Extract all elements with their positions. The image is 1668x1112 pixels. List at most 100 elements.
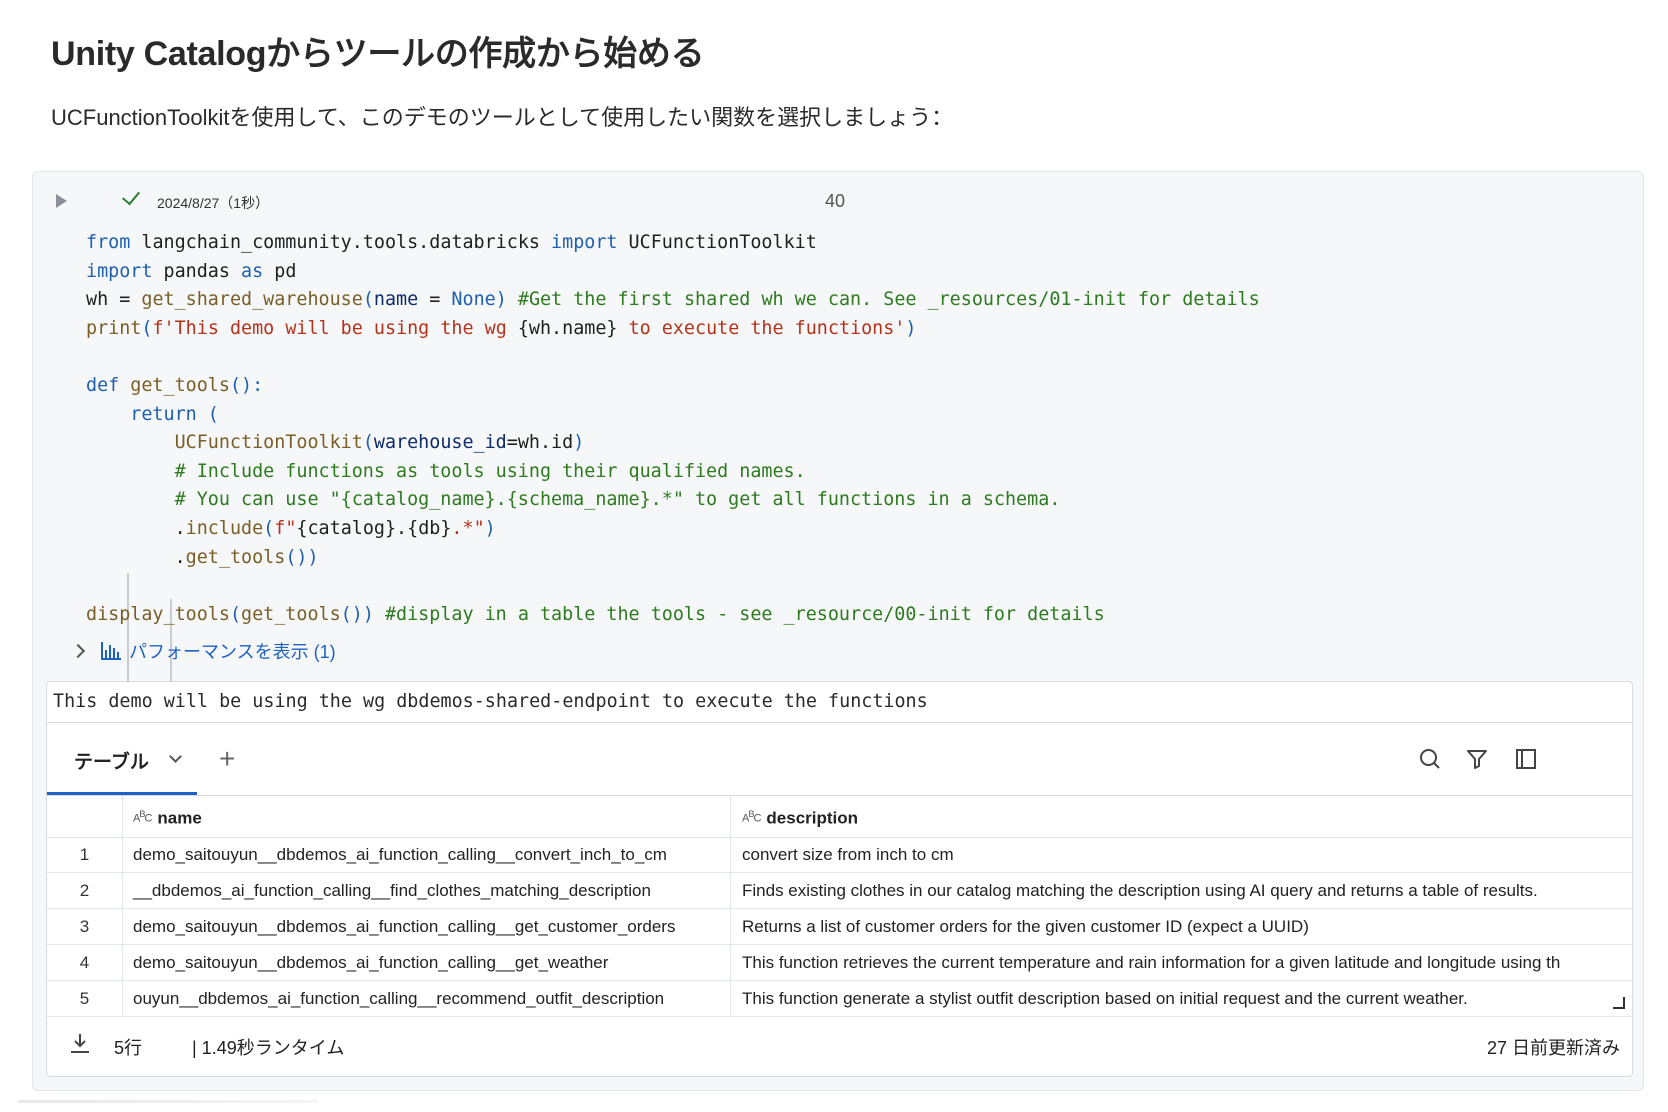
download-icon[interactable] — [69, 1032, 91, 1054]
cell-description[interactable]: Finds existing clothes in our catalog ma… — [731, 873, 1632, 908]
code-token: . — [86, 517, 186, 539]
row-index: 5 — [47, 981, 123, 1016]
code-token: import — [551, 232, 618, 253]
code-token: get_tools — [119, 374, 230, 396]
cell-name[interactable]: demo_saitouyun__dbdemos_ai_function_call… — [122, 945, 731, 980]
tab-table[interactable]: テーブル — [47, 723, 197, 795]
run-date: 2024/8/27 — [157, 195, 220, 211]
chevron-right-icon — [70, 643, 86, 659]
row-index: 1 — [47, 837, 123, 872]
code-token: ( — [263, 517, 275, 539]
code-token: def — [86, 374, 120, 396]
code-token: #Get the first shared wh we can. See _re… — [506, 289, 1260, 311]
column-header-name[interactable]: ABC name — [122, 795, 731, 837]
cell-name[interactable]: __dbdemos_ai_function_calling__find_clot… — [122, 873, 731, 908]
code-token: # You can use "{catalog_name}.{schema_na… — [86, 489, 1061, 511]
code-token: . — [86, 546, 186, 568]
sidebar-panel-icon[interactable] — [1514, 747, 1538, 771]
code-token: ) — [905, 317, 917, 339]
code-token: ( — [362, 289, 374, 311]
code-token: ( — [196, 403, 219, 425]
code-token: pandas — [152, 260, 242, 282]
code-token: {catalog}.{db} — [296, 517, 452, 539]
code-token: ()) — [285, 546, 319, 568]
filter-icon[interactable] — [1465, 747, 1489, 771]
run-cell-icon[interactable] — [56, 194, 67, 208]
code-token: get_tools — [241, 603, 341, 625]
cell-description[interactable]: This function retrieves the current temp… — [731, 945, 1632, 980]
table-row[interactable]: 1 demo_saitouyun__dbdemos_ai_function_ca… — [47, 837, 1632, 873]
search-icon[interactable] — [1418, 747, 1442, 771]
cell-description[interactable]: convert size from inch to cm — [731, 837, 1632, 872]
table-row[interactable]: 5 ouyun__dbdemos_ai_function_calling__re… — [47, 981, 1632, 1017]
code-token: UCFunctionToolkit — [86, 432, 363, 454]
index-header — [47, 795, 123, 837]
performance-label: パフォーマンスを表示 (1) — [129, 642, 336, 662]
code-token: name — [373, 289, 419, 311]
result-tabbar: テーブル + — [47, 723, 1632, 796]
show-performance-toggle[interactable]: パフォーマンスを表示 (1) — [70, 637, 336, 665]
add-visualization-button[interactable]: + — [219, 741, 235, 777]
code-token: pd — [263, 260, 297, 282]
updated-label: 27 日前更新済み — [1486, 1038, 1620, 1058]
code-token: {wh.name} — [517, 317, 618, 339]
string-type-icon: ABC — [742, 809, 761, 825]
tab-label: テーブル — [74, 752, 149, 773]
table-row[interactable]: 2 __dbdemos_ai_function_calling__find_cl… — [47, 873, 1632, 909]
cell-name[interactable]: demo_saitouyun__dbdemos_ai_function_call… — [122, 837, 731, 872]
code-token: as — [241, 260, 264, 282]
code-token: display_tools — [86, 603, 230, 625]
code-token: ()) — [340, 603, 374, 625]
row-index: 4 — [47, 945, 123, 980]
page-subtitle: UCFunctionToolkitを使用して、このデモのツールとして使用したい関… — [51, 105, 954, 130]
code-token: ) — [484, 517, 496, 539]
code-token: ( — [141, 317, 153, 339]
code-token: =wh.id — [506, 432, 574, 454]
chevron-down-icon[interactable] — [169, 750, 182, 763]
code-token: ) — [495, 289, 507, 311]
row-index: 2 — [47, 873, 123, 908]
cell-name[interactable]: demo_saitouyun__dbdemos_ai_function_call… — [122, 909, 731, 944]
code-token: import — [86, 260, 153, 282]
row-index: 3 — [47, 909, 123, 944]
code-token: #display in a table the tools - see _res… — [373, 603, 1105, 625]
run-metadata: 2024/8/27（1秒） — [157, 193, 269, 213]
code-token: ) — [573, 432, 585, 454]
code-token: ( — [229, 603, 242, 625]
cell-number: 40 — [825, 191, 846, 211]
code-token: print — [86, 317, 142, 339]
row-count: 5行 — [114, 1038, 143, 1058]
cell-description[interactable]: This function generate a stylist outfit … — [731, 981, 1632, 1016]
code-token: get_tools — [185, 546, 286, 568]
page-title: Unity Catalogからツールの作成から始める — [51, 35, 705, 73]
code-token: = — [418, 289, 452, 311]
runtime-label: | 1.49秒ランタイム — [192, 1038, 345, 1058]
code-token: include — [185, 517, 264, 539]
notebook-cell: 2024/8/27（1秒） 40 from langchain_communit… — [32, 171, 1644, 1091]
cell-name[interactable]: ouyun__dbdemos_ai_function_calling__reco… — [122, 981, 731, 1016]
column-header-label: name — [157, 808, 202, 828]
table-row[interactable]: 3 demo_saitouyun__dbdemos_ai_function_ca… — [47, 909, 1632, 945]
column-header-description[interactable]: ABC description — [731, 795, 1632, 837]
table-footer: 5行 | 1.49秒ランタイム 27 日前更新済み — [47, 1014, 1632, 1076]
code-token: f" — [274, 517, 297, 539]
code-token: langchain_community.tools.databricks — [130, 232, 552, 253]
code-token: return — [86, 403, 197, 425]
code-token: # Include functions as tools using their… — [86, 460, 806, 482]
table-row[interactable]: 4 demo_saitouyun__dbdemos_ai_function_ca… — [47, 945, 1632, 981]
code-editor[interactable]: from langchain_community.tools.databrick… — [86, 229, 1260, 629]
code-token: to execute the functions' — [617, 317, 906, 339]
code-token: ( — [362, 432, 374, 454]
code-token: wh = — [86, 289, 142, 311]
code-token: None — [451, 289, 496, 311]
code-token: get_shared_warehouse — [141, 289, 363, 311]
string-type-icon: ABC — [133, 809, 152, 825]
resize-handle-icon[interactable] — [1613, 997, 1625, 1009]
cell-description[interactable]: Returns a list of customer orders for th… — [731, 909, 1632, 944]
divider — [18, 1100, 318, 1103]
column-header-label: description — [766, 808, 859, 828]
code-token: warehouse_id — [373, 432, 507, 454]
cell-output: This demo will be using the wg dbdemos-s… — [46, 681, 1633, 1077]
run-duration: （1秒） — [219, 195, 270, 211]
code-token: from — [86, 232, 131, 253]
